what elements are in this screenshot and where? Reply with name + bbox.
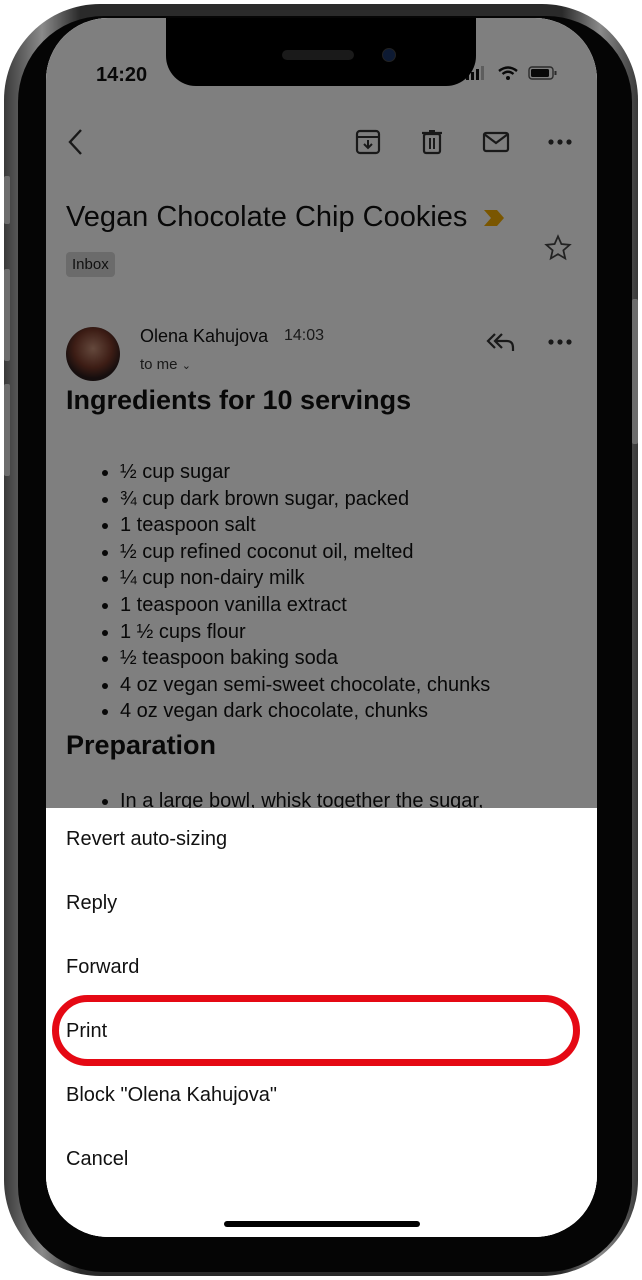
revert-auto-sizing-option[interactable]: Revert auto-sizing (66, 828, 227, 851)
reply-option[interactable]: Reply (66, 892, 117, 915)
forward-option[interactable]: Forward (66, 956, 139, 979)
block-sender-option[interactable]: Block "Olena Kahujova" (66, 1084, 277, 1107)
speaker (282, 50, 354, 60)
side-button (632, 299, 638, 444)
modal-dim-overlay[interactable] (46, 18, 597, 808)
cancel-option[interactable]: Cancel (66, 1148, 128, 1171)
volume-down-button (4, 384, 10, 476)
mute-switch (4, 176, 10, 224)
print-highlight-annotation (52, 995, 580, 1066)
volume-up-button (4, 269, 10, 361)
front-camera (382, 48, 396, 62)
home-indicator[interactable] (224, 1221, 420, 1227)
